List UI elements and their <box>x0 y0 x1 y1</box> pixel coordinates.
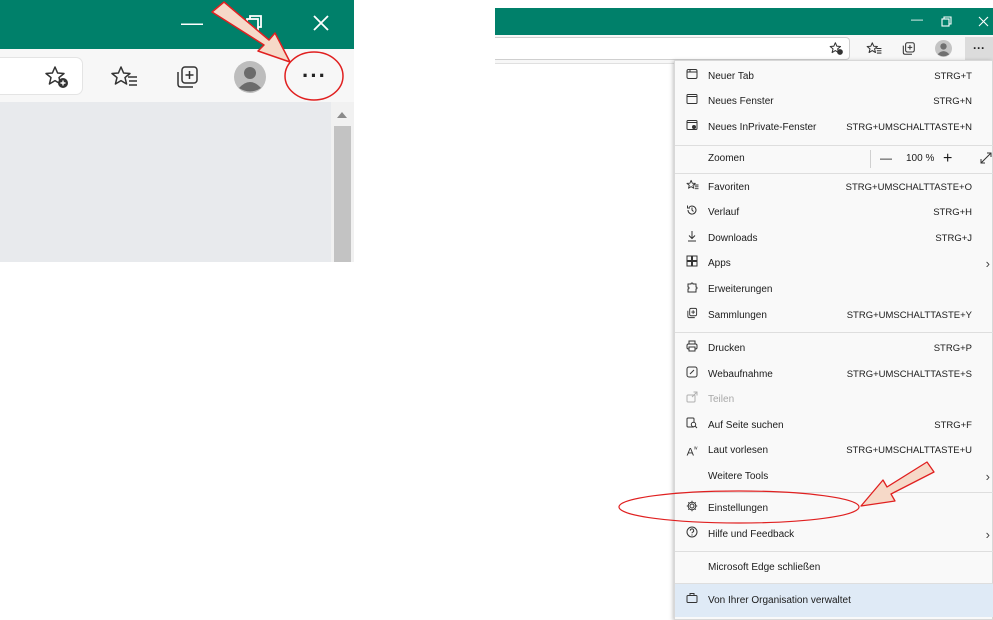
annotation-overlay <box>211 1 935 524</box>
annotation-arrow <box>860 461 935 507</box>
annotation-circle <box>284 51 344 101</box>
annotation-circle <box>618 490 860 524</box>
annotation-arrow <box>211 1 291 63</box>
